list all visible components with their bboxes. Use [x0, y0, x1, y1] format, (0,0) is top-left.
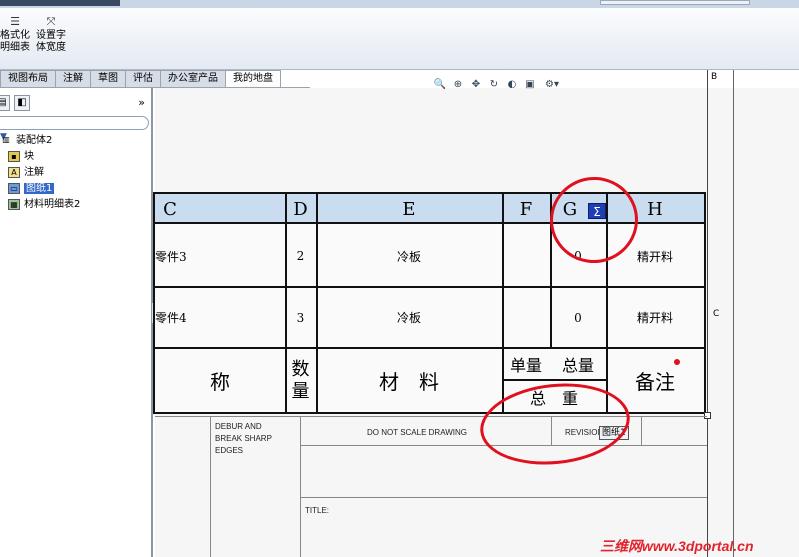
cell-unit-weight[interactable] — [502, 288, 550, 347]
tab-view-layout[interactable]: 视图布局 — [0, 70, 56, 87]
debur-line-3: EDGES — [215, 446, 244, 455]
tree-item-label: 注解 — [24, 167, 44, 178]
expand-chevron-icon[interactable]: » — [138, 96, 145, 109]
cell-part-name[interactable]: 零件4 — [155, 288, 191, 347]
tab-my-site[interactable]: 我的地盘 — [225, 70, 281, 87]
bom-table-icon: ▦ — [8, 198, 20, 210]
sheet-border — [707, 70, 708, 557]
cell-remarks[interactable]: 精开料 — [606, 288, 704, 347]
zone-marker-b: B — [711, 72, 718, 82]
cell-qty[interactable]: 3 — [285, 288, 316, 347]
tree-item-annotation[interactable]: A 注解 — [8, 166, 44, 180]
view-settings-icon[interactable]: ⚙▾ — [541, 78, 563, 92]
shaded-icon[interactable]: ◐ — [505, 78, 519, 92]
cell-material[interactable]: 冷板 — [316, 288, 502, 347]
display-style-icon[interactable]: ▣ — [523, 78, 537, 92]
tab-annotation[interactable]: 注解 — [55, 70, 91, 87]
set-font-width-button[interactable]: ⤧ 设置字 体宽度 — [36, 16, 66, 54]
debur-note: DEBUR AND BREAK SHARP EDGES — [215, 421, 272, 457]
heads-up-view-toolbar: 🔍 ⊕ ✥ ↻ ◐ ▣ ⚙▾ — [433, 78, 563, 94]
watermark: 三维网www.3dportal.cn — [600, 538, 754, 554]
debur-line-1: DEBUR AND — [215, 422, 262, 431]
cell-total-weight[interactable]: 0 — [550, 288, 606, 347]
footer-name-label: 称 — [210, 370, 230, 394]
cell-part-name[interactable]: 零件3 — [155, 226, 191, 286]
tab-sketch[interactable]: 草图 — [90, 70, 126, 87]
search-box[interactable] — [600, 0, 750, 5]
app-logo — [0, 0, 120, 6]
title-bar — [0, 0, 799, 8]
panel-toolbar: ▤ ◧ » — [0, 93, 151, 113]
set-font-width-label-2: 体宽度 — [36, 42, 66, 53]
col-header-c[interactable]: C — [155, 194, 185, 224]
format-bom-label-2: 明细表 — [0, 42, 30, 53]
feature-tree-tab-icon[interactable]: ▤ — [0, 95, 10, 111]
format-bom-button[interactable]: ☰ 格式化 明细表 — [0, 16, 30, 54]
pan-icon[interactable]: ✥ — [469, 78, 483, 92]
titleblock-line — [300, 497, 707, 498]
footer-qty-label: 数 量 — [285, 349, 316, 412]
tree-item-label: 材料明细表2 — [24, 199, 81, 210]
sheet-zone-border — [733, 70, 734, 557]
command-tabs: 视图布局 注解 草图 评估 办公室产品 我的地盘 — [0, 70, 310, 87]
titleblock-line — [210, 416, 211, 557]
red-annotation-dot — [674, 359, 680, 365]
tree-item-label: 图纸1 — [24, 183, 55, 194]
tree-item-label: 块 — [24, 151, 34, 162]
font-width-icon: ⤧ — [46, 15, 56, 28]
footer-qty-char-2: 量 — [291, 380, 310, 402]
tree-root[interactable]: ▥ 装配体2 — [0, 134, 52, 148]
title-label: TITLE: — [305, 506, 330, 515]
col-header-e[interactable]: E — [316, 194, 502, 224]
tree-root-label: 装配体2 — [16, 135, 53, 146]
cell-unit-weight[interactable] — [502, 226, 550, 286]
rotate-icon[interactable]: ↻ — [487, 78, 501, 92]
tab-evaluate[interactable]: 评估 — [125, 70, 161, 87]
tab-office-products[interactable]: 办公室产品 — [160, 70, 226, 87]
tree-item-sheet[interactable]: ▭ 图纸1 — [8, 182, 55, 196]
assembly-icon: ▥ — [2, 134, 10, 144]
zone-marker-c: C — [713, 309, 720, 319]
annotation-icon: A — [8, 166, 20, 178]
block-icon: ▪ — [8, 150, 20, 162]
format-bom-label-1: 格式化 — [0, 30, 30, 41]
tree-item-bom[interactable]: ▦ 材料明细表2 — [8, 198, 80, 212]
tree-item-block[interactable]: ▪ 块 — [8, 150, 34, 164]
footer-unit-weight-label: 单量 — [509, 356, 542, 375]
sheet-icon: ▭ — [8, 182, 20, 194]
zoom-area-icon[interactable]: ⊕ — [451, 78, 465, 92]
cell-material[interactable]: 冷板 — [316, 226, 502, 286]
debur-line-2: BREAK SHARP — [215, 434, 272, 443]
feature-manager-panel: ▤ ◧ » ▼ ▥ 装配体2 ▪ 块 A 注解 ▭ 图纸1 ▦ 材料明细表2 — [0, 88, 153, 557]
property-manager-tab-icon[interactable]: ◧ — [14, 95, 30, 111]
col-header-f[interactable]: F — [502, 194, 550, 224]
no-scale-note: DO NOT SCALE DRAWING — [367, 428, 468, 437]
set-font-width-label-1: 设置字 — [36, 30, 66, 41]
footer-total-weight-label: 总量 — [561, 356, 594, 375]
zoom-to-fit-icon[interactable]: 🔍 — [433, 78, 447, 92]
tree-filter-input[interactable] — [0, 116, 149, 130]
footer-material-label: 材 料 — [379, 370, 439, 394]
titleblock-line — [641, 416, 642, 446]
cell-qty[interactable]: 2 — [285, 226, 316, 286]
table-format-icon: ☰ — [10, 15, 20, 28]
col-header-d[interactable]: D — [285, 194, 316, 224]
footer-qty-char-1: 数 — [291, 358, 310, 380]
titleblock-line — [300, 416, 301, 557]
command-ribbon: ☰ 格式化 明细表 ⤧ 设置字 体宽度 — [0, 8, 799, 70]
